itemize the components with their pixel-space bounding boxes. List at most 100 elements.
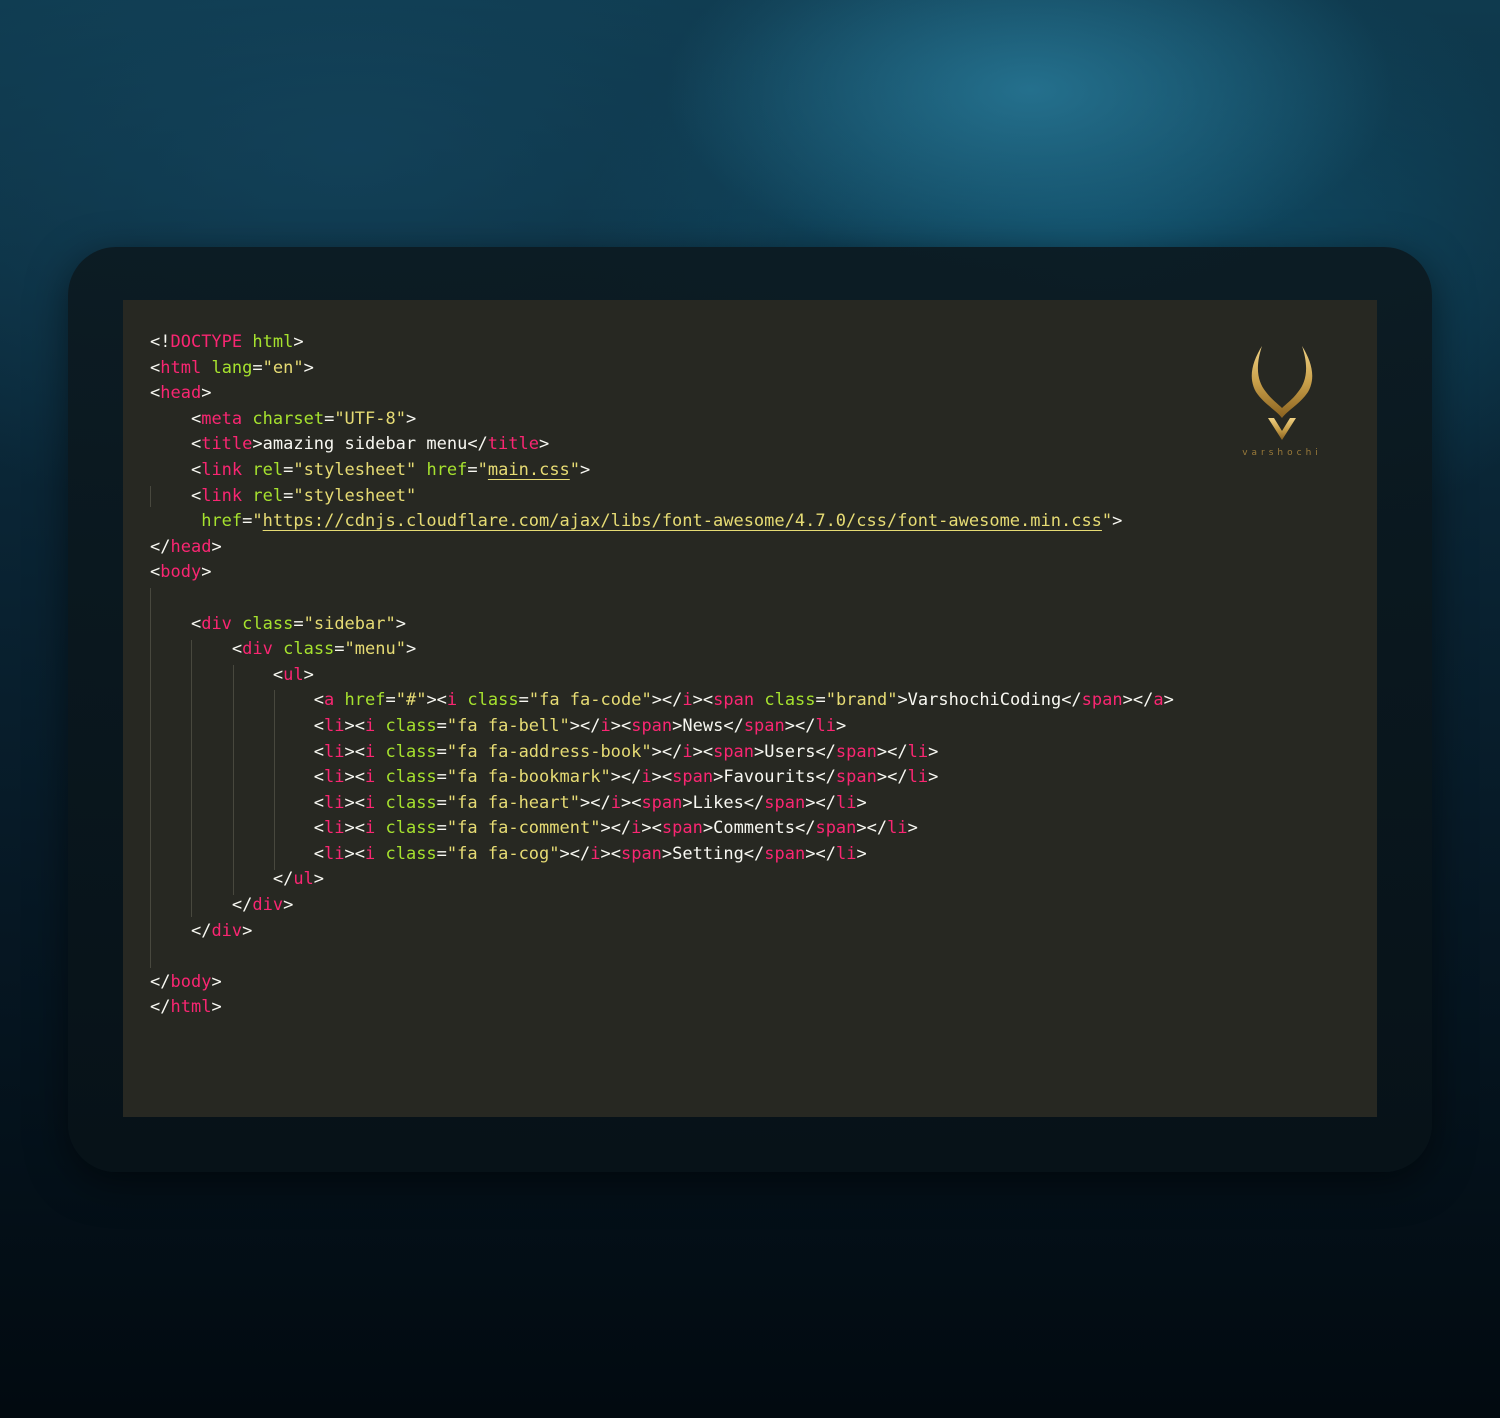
code-line: <ul> xyxy=(150,663,1174,689)
code-token: span xyxy=(815,818,857,839)
code-token: div xyxy=(201,613,232,634)
code-token: </ xyxy=(231,895,253,916)
code-line: <li><i class="fa fa-cog"></i><span>Setti… xyxy=(150,842,1174,868)
code-token: "fa fa-address-book" xyxy=(446,741,652,762)
code-token: i xyxy=(641,767,652,788)
code-token: > xyxy=(303,357,314,378)
code-token: = xyxy=(436,843,447,864)
code-token: ></ xyxy=(579,792,611,813)
code-token: class xyxy=(385,715,437,736)
code-editor: <!DOCTYPE html> <html lang="en"> <head> <m… xyxy=(123,300,1377,1117)
code-token: ></ xyxy=(651,741,683,762)
code-token: span xyxy=(764,843,806,864)
code-token: i xyxy=(600,715,611,736)
code-token: = xyxy=(324,408,335,429)
code-token: >< xyxy=(344,715,365,736)
code-line: </body> xyxy=(150,970,1174,996)
code-token: = xyxy=(385,690,396,711)
code-line: </div> xyxy=(150,919,1174,945)
code-line: <head> xyxy=(150,381,1174,407)
code-token: > xyxy=(242,920,253,941)
horned-v-logo-icon xyxy=(1251,346,1313,440)
code-token: </ xyxy=(272,869,294,890)
code-token: "UTF-8" xyxy=(334,408,406,429)
code-token: = xyxy=(436,767,447,788)
code-token: = xyxy=(252,357,263,378)
code-token: >< xyxy=(344,792,365,813)
code-token: > xyxy=(313,869,325,890)
code-token: class xyxy=(242,613,294,634)
code-token: > xyxy=(201,562,212,583)
code-token: = xyxy=(334,639,345,660)
code-token: " xyxy=(252,511,263,532)
code-token: >Users</ xyxy=(754,741,836,762)
code-token: </ xyxy=(150,997,171,1018)
code-token: "brand" xyxy=(825,690,898,711)
code-block[interactable]: <!DOCTYPE html> <html lang="en"> <head> <m… xyxy=(150,330,1174,1021)
code-token: ></ xyxy=(559,843,591,864)
code-token: ></ xyxy=(651,690,683,711)
code-token: > xyxy=(405,408,417,429)
code-token: = xyxy=(467,459,478,480)
code-token: = xyxy=(815,690,826,711)
code-token: < xyxy=(313,767,325,788)
code-token: < xyxy=(150,383,161,404)
code-line: <li><i class="fa fa-comment"></i><span>C… xyxy=(150,816,1174,842)
code-token: >< xyxy=(651,767,673,788)
code-token: ul xyxy=(283,664,304,685)
code-token: </ xyxy=(190,920,212,941)
code-token: "stylesheet" xyxy=(293,485,417,506)
code-token: >< xyxy=(692,741,714,762)
code-token: "#" xyxy=(395,690,427,711)
code-token: >< xyxy=(426,690,447,711)
code-token: < xyxy=(150,562,161,583)
code-token: "fa fa-heart" xyxy=(446,792,580,813)
code-token: > xyxy=(1163,690,1174,711)
code-token: "en" xyxy=(262,357,304,378)
code-token: > xyxy=(1112,511,1123,532)
code-token: html xyxy=(170,997,212,1018)
code-token: class xyxy=(385,767,437,788)
code-token: i xyxy=(364,767,376,788)
code-token: > xyxy=(580,459,591,480)
code-token: lang xyxy=(211,357,253,378)
code-token: ></ xyxy=(856,818,888,839)
code-token: https://cdnjs.cloudflare.com/ajax/libs/f… xyxy=(262,511,1102,532)
code-token: >< xyxy=(344,818,365,839)
code-token: i xyxy=(682,690,693,711)
code-token: < xyxy=(190,459,202,480)
code-token: href xyxy=(201,511,243,532)
code-token: "fa fa-bell" xyxy=(446,715,570,736)
code-token: = xyxy=(518,690,529,711)
code-line: <li><i class="fa fa-address-book"></i><s… xyxy=(150,740,1174,766)
code-line: <li><i class="fa fa-bookmark"></i><span>… xyxy=(150,765,1174,791)
code-token: = xyxy=(242,511,253,532)
code-token: div xyxy=(211,920,243,941)
code-token: main.css xyxy=(487,459,570,480)
code-token: body xyxy=(160,562,202,583)
code-line: <meta charset="UTF-8"> xyxy=(150,407,1174,433)
code-token: div xyxy=(252,895,284,916)
code-token: i xyxy=(364,741,376,762)
code-token: < xyxy=(313,715,325,736)
code-line: <html lang="en"> xyxy=(150,356,1174,382)
code-token: i xyxy=(364,843,376,864)
code-token: html xyxy=(160,357,202,378)
code-token: > xyxy=(405,639,417,660)
